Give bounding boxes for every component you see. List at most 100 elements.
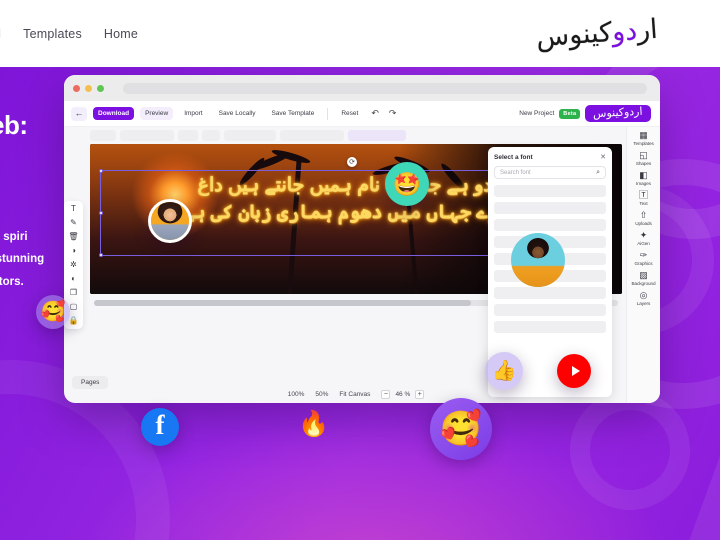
resize-handle[interactable] xyxy=(99,211,103,215)
zoom-stepper: − 46 % + xyxy=(381,389,425,399)
font-list-item[interactable] xyxy=(494,219,606,231)
zoom-decrease-button[interactable]: − xyxy=(381,389,391,399)
resize-handle[interactable] xyxy=(99,169,103,173)
top-navigation-bar: al Templates Home اردوکینوس xyxy=(0,0,720,67)
preview-button[interactable]: Preview xyxy=(140,107,174,120)
close-icon[interactable]: ✕ xyxy=(600,153,606,161)
sidebar-item-label: Background xyxy=(631,281,656,286)
window-close-icon[interactable] xyxy=(73,84,80,92)
font-list-item[interactable] xyxy=(494,185,606,197)
left-marketing-copy: eb: nd spiri e stunning ectors. xyxy=(0,112,96,293)
import-button[interactable]: Import xyxy=(179,107,207,120)
aigen-icon: ✦ xyxy=(639,230,648,240)
beta-badge: Beta xyxy=(559,108,581,119)
font-list-item[interactable] xyxy=(494,202,606,214)
property-chip[interactable] xyxy=(120,130,174,141)
toolbar-divider xyxy=(327,107,329,120)
font-list[interactable] xyxy=(494,185,606,333)
brand-logo-text: اردوکینوس xyxy=(535,13,659,52)
font-panel-header: Select a font ✕ xyxy=(494,153,606,162)
sidebar-item-text[interactable]: 🅃 Text xyxy=(639,191,648,207)
zoom-50-button[interactable]: 50% xyxy=(315,391,328,398)
sidebar-item-aigen[interactable]: ✦ AiGen xyxy=(637,230,650,247)
app-logo-chip[interactable]: اردوکینوس xyxy=(585,105,651,122)
save-template-button[interactable]: Save Template xyxy=(266,107,319,120)
facebook-icon[interactable]: f xyxy=(141,408,179,446)
smiling-hearts-emoji-icon: 🥰 xyxy=(430,398,492,460)
star-struck-emoji-icon: 🤩 xyxy=(385,162,429,206)
search-icon: ⌕ xyxy=(596,168,600,176)
nav-link-templates[interactable]: Templates xyxy=(23,27,82,41)
project-name[interactable]: New Project xyxy=(519,110,554,117)
left-body-text: nd spiri e stunning ectors. xyxy=(0,226,96,293)
sidebar-item-label: Graphics xyxy=(634,261,653,266)
sidebar-item-images[interactable]: ◧ Images xyxy=(636,170,651,187)
sidebar-item-templates[interactable]: ▦ Templates xyxy=(633,130,654,147)
font-panel-title: Select a font xyxy=(494,153,533,161)
property-chip[interactable] xyxy=(202,130,220,141)
lock-tool-icon[interactable]: 🔒 xyxy=(69,317,79,325)
zoom-increase-button[interactable]: + xyxy=(415,389,425,399)
property-chip[interactable] xyxy=(178,130,198,141)
font-list-item[interactable] xyxy=(494,321,606,333)
nav-links: al Templates Home xyxy=(0,27,138,41)
sidebar-item-shapes[interactable]: ◱ Shapes xyxy=(635,150,652,167)
uploads-icon: ⇧ xyxy=(639,210,648,220)
rotate-handle-icon[interactable]: ⟳ xyxy=(347,157,357,167)
zoom-value: 46 % xyxy=(395,390,411,398)
editor-toolbar: ← Download Preview Import Save Locally S… xyxy=(64,101,660,127)
sidebar-item-label: Uploads xyxy=(635,221,652,226)
sidebar-item-uploads[interactable]: ⇧ Uploads xyxy=(635,210,652,227)
thumbs-up-emoji-icon: 👍 xyxy=(485,352,523,390)
sidebar-item-label: Images xyxy=(636,181,651,186)
nav-link-clipped[interactable]: al xyxy=(0,27,1,41)
left-body-line: e stunning xyxy=(0,253,45,266)
browser-address-bar[interactable] xyxy=(123,82,647,94)
shapes-icon: ◱ xyxy=(639,150,648,160)
zoom-100-button[interactable]: 100% xyxy=(288,391,305,398)
images-icon: ◧ xyxy=(639,170,648,180)
sidebar-item-graphics[interactable]: ✑ Graphics xyxy=(634,250,653,267)
app-logo-text: اردوکینوس xyxy=(593,105,644,121)
templates-icon: ▦ xyxy=(639,130,648,140)
reset-button[interactable]: Reset xyxy=(336,107,363,120)
sidebar-item-label: Templates xyxy=(633,141,654,146)
sidebar-item-background[interactable]: ▨ Background xyxy=(631,271,656,287)
left-body-line: ectors. xyxy=(0,275,24,288)
smiling-hearts-emoji-icon: 🥰 xyxy=(36,295,70,329)
sidebar-item-label: Shapes xyxy=(635,161,652,166)
property-chip[interactable] xyxy=(348,130,406,141)
font-list-item[interactable] xyxy=(494,304,606,316)
left-heading: eb: xyxy=(0,110,28,140)
property-chip[interactable] xyxy=(224,130,276,141)
resize-handle[interactable] xyxy=(99,253,103,257)
sidebar-item-label: AiGen xyxy=(637,241,650,246)
font-search-input[interactable]: Search font ⌕ xyxy=(494,166,606,179)
undo-icon[interactable]: ↶ xyxy=(369,108,381,119)
youtube-icon[interactable] xyxy=(557,354,591,388)
graphics-icon: ✑ xyxy=(639,250,648,260)
save-locally-button[interactable]: Save Locally xyxy=(214,107,261,120)
window-minimize-icon[interactable] xyxy=(85,84,92,92)
layers-icon: ◎ xyxy=(639,290,648,300)
download-button[interactable]: Download xyxy=(93,107,135,120)
browser-titlebar xyxy=(64,75,660,101)
property-chip[interactable] xyxy=(280,130,344,141)
sidebar-item-label: Layers xyxy=(636,301,651,306)
redo-icon[interactable]: ↷ xyxy=(387,108,399,119)
window-maximize-icon[interactable] xyxy=(97,84,104,92)
nav-link-home[interactable]: Home xyxy=(104,27,138,41)
avatar xyxy=(148,199,192,243)
left-body-line: nd spiri xyxy=(0,231,28,243)
frame-tool-icon[interactable]: ▢ xyxy=(70,303,78,311)
pages-button[interactable]: Pages xyxy=(72,376,109,389)
right-tool-sidebar: ▦ Templates ◱ Shapes ◧ Images 🅃 Text ⇧ U… xyxy=(626,127,660,403)
fit-canvas-button[interactable]: Fit Canvas xyxy=(339,391,370,398)
brand-logo[interactable]: اردوکینوس xyxy=(535,8,658,58)
decorative-swirl-icon xyxy=(570,390,690,510)
avatar xyxy=(511,233,565,287)
font-list-item[interactable] xyxy=(494,287,606,299)
sidebar-item-layers[interactable]: ◎ Layers xyxy=(636,290,651,307)
font-search-placeholder: Search font xyxy=(500,169,531,176)
fire-emoji-icon: 🔥 xyxy=(298,409,330,438)
